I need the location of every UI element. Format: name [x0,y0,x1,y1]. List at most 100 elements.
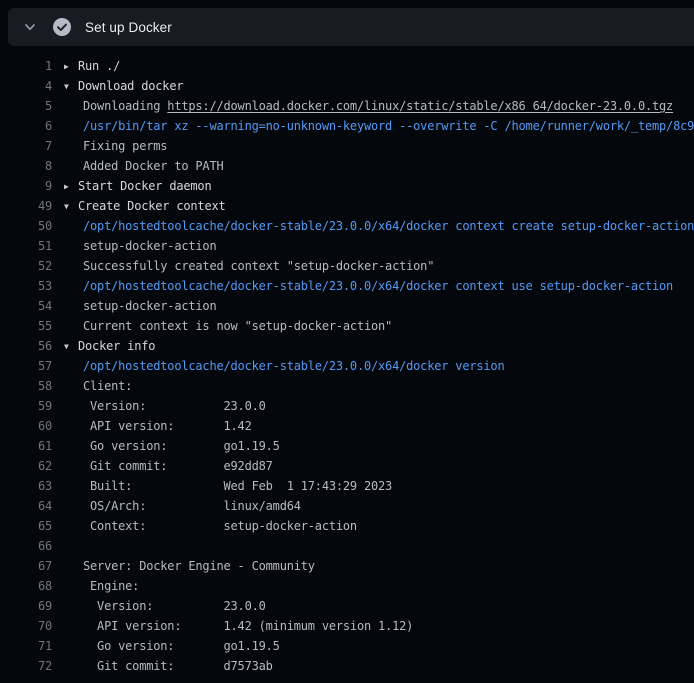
line-number[interactable]: 49 [0,196,52,216]
line-number[interactable]: 61 [0,436,52,456]
triangle-down-icon[interactable]: ▼ [64,77,78,96]
log-line: 64 OS/Arch: linux/amd64 [0,496,694,516]
log-line: 59 Version: 23.0.0 [0,396,694,416]
line-number[interactable]: 71 [0,636,52,656]
log-line[interactable]: 49 ▼Create Docker context [0,196,694,216]
log-line: 67 Server: Docker Engine - Community [0,556,694,576]
line-number[interactable]: 6 [0,116,52,136]
line-number[interactable]: 59 [0,396,52,416]
log-line-content: ▶Start Docker daemon [64,176,694,196]
line-number[interactable]: 5 [0,96,52,116]
log-line: 52 Successfully created context "setup-do… [0,256,694,276]
line-number[interactable]: 4 [0,76,52,96]
log-line-content: API version: 1.42 [64,416,694,436]
triangle-right-icon[interactable]: ▶ [64,57,78,76]
line-number[interactable]: 57 [0,356,52,376]
log-text: Added Docker to PATH [83,159,224,173]
log-line: 62 Git commit: e92dd87 [0,456,694,476]
log-line: 50/opt/hostedtoolcache/docker-stable/23.… [0,216,694,236]
log-area: 1▶Run ./4▼Download docker5Downloading ht… [0,46,694,683]
log-line-content: ▼Download docker [64,76,694,96]
line-number[interactable]: 65 [0,516,52,536]
log-line-content: Go version: go1.19.5 [64,636,694,656]
log-line-content: ▼Create Docker context [64,196,694,216]
line-number[interactable]: 63 [0,476,52,496]
line-number[interactable]: 67 [0,556,52,576]
log-line-content: Added Docker to PATH [64,156,694,176]
log-text: Built: Wed Feb 1 17:43:29 2023 [83,479,392,493]
log-line: 54 setup-docker-action [0,296,694,316]
line-number[interactable]: 64 [0,496,52,516]
log-text: setup-docker-action [83,239,216,253]
log-line-content [64,536,694,556]
log-line[interactable]: 56 ▼Docker info [0,336,694,356]
log-line: 71 Go version: go1.19.5 [0,636,694,656]
line-number[interactable]: 50 [0,216,52,236]
command-text: /opt/hostedtoolcache/docker-stable/23.0.… [83,359,504,373]
log-text: Create Docker context [78,199,226,213]
log-line-content: Built: Wed Feb 1 17:43:29 2023 [64,476,694,496]
log-line-content: Git commit: d7573ab [64,656,694,676]
line-number[interactable]: 1 [0,56,52,76]
log-text: Engine: [83,579,139,593]
log-line-content: Downloading https://download.docker.com/… [64,96,694,116]
log-line-content: API version: 1.42 (minimum version 1.12) [64,616,694,636]
line-number[interactable]: 62 [0,456,52,476]
line-number[interactable]: 66 [0,536,52,556]
log-text: Docker info [78,339,155,353]
line-number[interactable]: 56 [0,336,52,356]
line-number[interactable]: 54 [0,296,52,316]
log-line: 69 Version: 23.0.0 [0,596,694,616]
line-number[interactable]: 7 [0,136,52,156]
line-number[interactable]: 53 [0,276,52,296]
log-line-content: ▶Run ./ [64,56,694,76]
step-title: Set up Docker [85,20,172,35]
log-text: Fixing perms [83,139,167,153]
log-text: Run ./ [78,59,120,73]
line-number[interactable]: 69 [0,596,52,616]
log-line: 70 API version: 1.42 (minimum version 1.… [0,616,694,636]
log-link[interactable]: https://download.docker.com/linux/static… [167,99,673,113]
line-number[interactable]: 70 [0,616,52,636]
log-text: Download docker [78,79,183,93]
command-text: /opt/hostedtoolcache/docker-stable/23.0.… [83,279,673,293]
triangle-right-icon[interactable]: ▶ [64,177,78,196]
log-line: 7 Fixing perms [0,136,694,156]
log-line-content: Go version: go1.19.5 [64,436,694,456]
log-line-content: Current context is now "setup-docker-act… [64,316,694,336]
line-number[interactable]: 60 [0,416,52,436]
line-number[interactable]: 52 [0,256,52,276]
log-line[interactable]: 9 ▶Start Docker daemon [0,176,694,196]
log-line[interactable]: 1 ▶Run ./ [0,56,694,76]
line-number[interactable]: 58 [0,376,52,396]
log-line-content: OS/Arch: linux/amd64 [64,496,694,516]
chevron-down-icon[interactable] [23,20,37,34]
line-number[interactable]: 9 [0,176,52,196]
log-line: 58Client: [0,376,694,396]
line-number[interactable]: 72 [0,656,52,676]
log-text: Git commit: e92dd87 [83,459,273,473]
log-line-content: Server: Docker Engine - Community [64,556,694,576]
log-line: 57/opt/hostedtoolcache/docker-stable/23.… [0,356,694,376]
line-number[interactable]: 68 [0,576,52,596]
log-line: 51 setup-docker-action [0,236,694,256]
line-number[interactable]: 51 [0,236,52,256]
log-line[interactable]: 4 ▼Download docker [0,76,694,96]
line-number[interactable]: 55 [0,316,52,336]
triangle-down-icon[interactable]: ▼ [64,197,78,216]
step-header[interactable]: Set up Docker [8,8,694,46]
line-number[interactable]: 8 [0,156,52,176]
log-text: Git commit: d7573ab [83,659,273,673]
log-line: 72 Git commit: d7573ab [0,656,694,676]
command-text: /usr/bin/tar xz --warning=no-unknown-key… [83,119,694,133]
triangle-down-icon[interactable]: ▼ [64,337,78,356]
command-text: /opt/hostedtoolcache/docker-stable/23.0.… [83,219,694,233]
log-line-content: Version: 23.0.0 [64,596,694,616]
log-text: setup-docker-action [83,299,216,313]
log-text: OS/Arch: linux/amd64 [83,499,301,513]
log-line-content: Successfully created context "setup-dock… [64,256,694,276]
log-line-content: Version: 23.0.0 [64,396,694,416]
log-text: API version: 1.42 (minimum version 1.12) [83,619,413,633]
log-text: Current context is now "setup-docker-act… [83,319,392,333]
log-text: Go version: go1.19.5 [83,439,280,453]
